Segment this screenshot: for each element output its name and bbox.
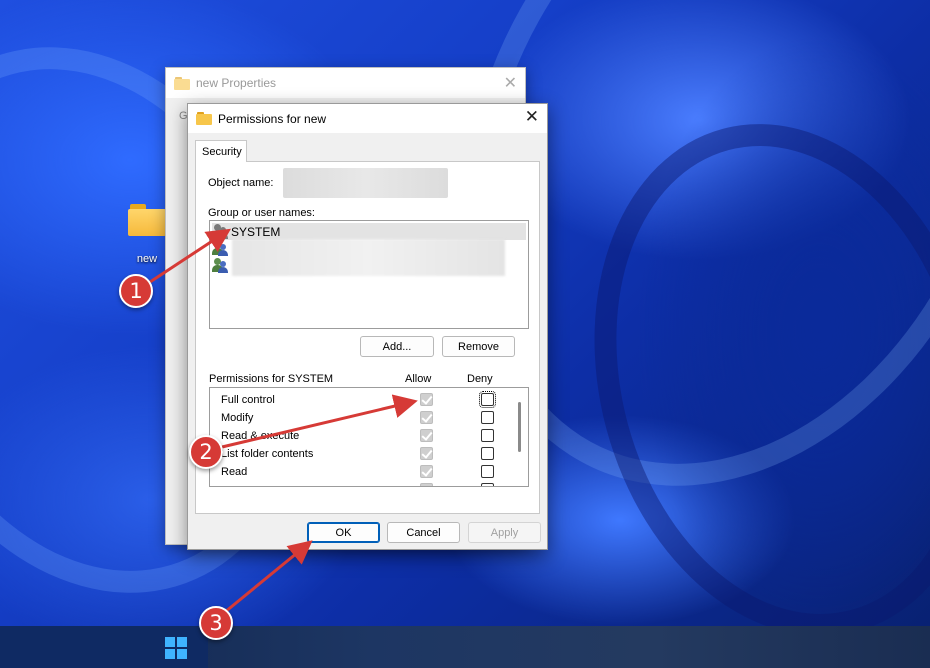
step-badge-2: 2 <box>189 435 223 469</box>
security-panel: Object name: Group or user names: SYSTEM… <box>195 161 540 514</box>
dialog-titlebar: Permissions for new ✕ <box>188 104 547 133</box>
deny-header: Deny <box>467 373 493 385</box>
step-badge-1: 1 <box>119 274 153 308</box>
permissions-scrollbar[interactable] <box>518 402 521 452</box>
dialog-title: Permissions for new <box>218 111 327 126</box>
user-group-icon <box>212 241 228 256</box>
remove-button[interactable]: Remove <box>442 336 515 357</box>
permissions-header: Permissions for SYSTEM <box>209 373 334 385</box>
permission-name: Read & execute <box>221 430 300 442</box>
properties-titlebar: new Properties ✕ <box>166 68 525 98</box>
permission-name: Full control <box>221 394 275 406</box>
allow-checkbox[interactable] <box>420 393 433 406</box>
deny-checkbox[interactable] <box>481 465 494 478</box>
permission-row: List folder contents <box>221 445 511 463</box>
properties-title: new Properties <box>196 76 277 90</box>
cancel-button[interactable]: Cancel <box>387 522 460 543</box>
group-label: Group or user names: <box>208 207 315 219</box>
object-name-label: Object name: <box>208 177 274 189</box>
allow-checkbox[interactable] <box>420 465 433 478</box>
deny-checkbox[interactable] <box>479 391 496 408</box>
folder-icon <box>174 76 190 90</box>
apply-button[interactable]: Apply <box>468 522 541 543</box>
close-icon[interactable]: ✕ <box>525 107 539 127</box>
allow-checkbox[interactable] <box>420 447 433 460</box>
taskbar <box>0 626 930 668</box>
permission-row: Read <box>221 463 511 481</box>
permission-row: Modify <box>221 409 511 427</box>
redacted-user-names <box>232 239 505 276</box>
ok-button[interactable]: OK <box>307 522 380 543</box>
user-row[interactable] <box>212 257 231 274</box>
folder-icon <box>196 112 212 125</box>
permissions-dialog: Permissions for new ✕ Security Object na… <box>187 103 548 550</box>
permission-row: Read & execute <box>221 427 511 445</box>
tab-security[interactable]: Security <box>195 140 247 162</box>
allow-checkbox[interactable] <box>420 429 433 442</box>
deny-checkbox[interactable] <box>481 483 494 486</box>
object-name-value <box>283 168 448 198</box>
permission-row: Full control <box>221 391 511 409</box>
allow-header: Allow <box>405 373 432 385</box>
user-group-icon <box>212 258 228 273</box>
permission-row-partial <box>221 481 511 486</box>
annotation-arrow-3 <box>224 540 313 614</box>
windows-start-icon[interactable] <box>165 637 187 659</box>
user-row-system[interactable]: SYSTEM <box>212 223 526 240</box>
permission-name: Modify <box>221 412 254 424</box>
permissions-list[interactable]: Full control Modify Read & execute List … <box>209 387 529 487</box>
permission-name: Read <box>221 466 248 478</box>
user-group-icon <box>212 224 228 239</box>
user-row[interactable] <box>212 240 231 257</box>
folder-icon <box>128 204 166 236</box>
user-name: SYSTEM <box>231 224 281 239</box>
deny-checkbox[interactable] <box>481 447 494 460</box>
add-button[interactable]: Add... <box>360 336 434 357</box>
step-badge-3: 3 <box>199 606 233 640</box>
deny-checkbox[interactable] <box>481 411 494 424</box>
user-list[interactable]: SYSTEM <box>209 220 529 329</box>
allow-checkbox[interactable] <box>420 483 433 486</box>
close-icon[interactable]: ✕ <box>504 73 517 93</box>
permission-name: List folder contents <box>221 448 314 460</box>
allow-checkbox[interactable] <box>420 411 433 424</box>
deny-checkbox[interactable] <box>481 429 494 442</box>
